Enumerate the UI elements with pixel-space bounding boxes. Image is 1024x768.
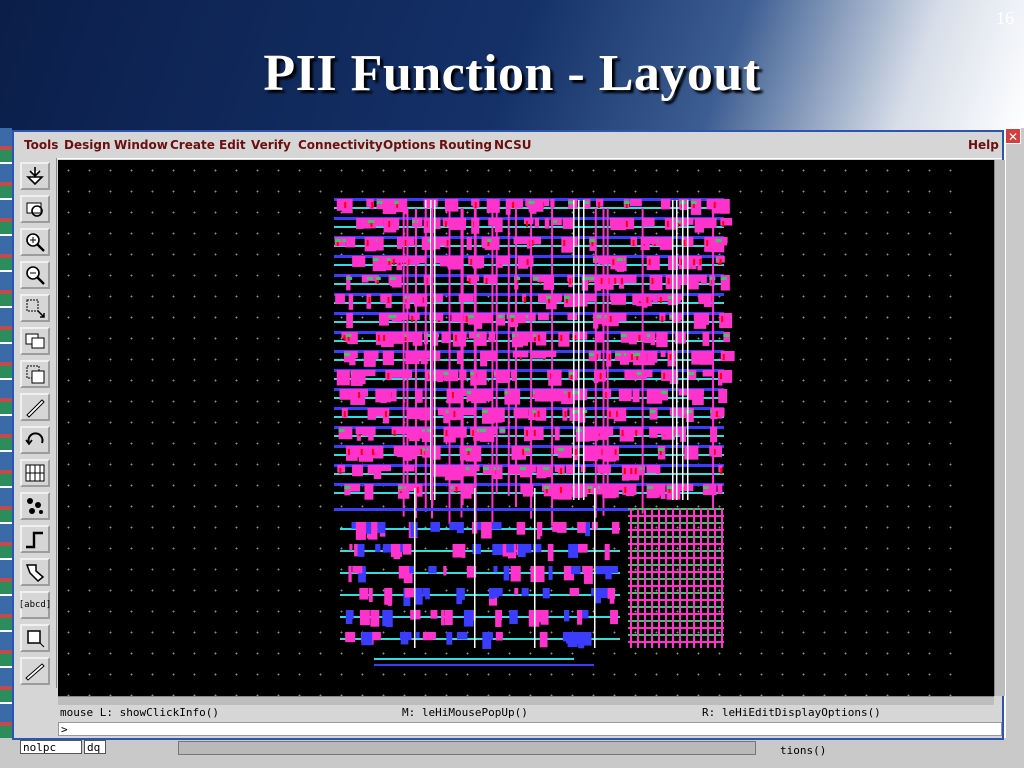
command-input[interactable]: >: [58, 722, 1002, 736]
label-icon[interactable]: [abcd]: [19, 591, 51, 619]
layout-drawing: [334, 198, 735, 666]
layout-canvas[interactable]: [58, 160, 954, 696]
background-text: tions(): [780, 744, 827, 757]
menu-window[interactable]: Window: [114, 138, 168, 152]
background-field[interactable]: dq: [84, 740, 106, 754]
copy-icon[interactable]: [20, 327, 50, 355]
menu-edit[interactable]: Edit: [219, 138, 246, 152]
rectangle-icon[interactable]: [20, 624, 50, 652]
slide-title: PII Function - Layout: [263, 45, 761, 102]
redraw-icon[interactable]: [20, 195, 50, 223]
mouse-right-binding: R: leHiEditDisplayOptions(): [702, 706, 881, 719]
background-window-strip: [0, 128, 12, 748]
background-field[interactable]: nolpc: [20, 740, 82, 754]
property-icon[interactable]: [20, 459, 50, 487]
polygon-icon[interactable]: [20, 558, 50, 586]
instance-icon[interactable]: [20, 492, 50, 520]
close-icon[interactable]: ✕: [1005, 128, 1021, 144]
horizontal-scrollbar[interactable]: [58, 696, 994, 705]
menu-ncsu[interactable]: NCSU: [494, 138, 531, 152]
fit-view-icon[interactable]: [20, 162, 50, 190]
slide-number: 16: [996, 8, 1014, 28]
vertical-scrollbar[interactable]: [994, 160, 1005, 696]
undo-icon[interactable]: [20, 426, 50, 454]
delete-icon[interactable]: [20, 393, 50, 421]
menu-create[interactable]: Create: [170, 138, 215, 152]
menu-connectivity[interactable]: Connectivity: [298, 138, 383, 152]
zoom-out-icon[interactable]: [20, 261, 50, 289]
canvas-edge: [954, 160, 994, 696]
menu-design[interactable]: Design: [64, 138, 111, 152]
background-scrollbar[interactable]: [178, 741, 756, 755]
mouse-left-binding: mouse L: showClickInfo(): [60, 706, 219, 719]
stretch-icon[interactable]: [20, 294, 50, 322]
menu-routing[interactable]: Routing: [439, 138, 492, 152]
mouse-binding-status: mouse L: showClickInfo() M: leHiMousePop…: [58, 705, 1002, 721]
path-icon[interactable]: [20, 525, 50, 553]
menu-bar: Tools Design Window Create Edit Verify C…: [14, 132, 1002, 159]
mouse-middle-binding: M: leHiMousePopUp(): [402, 706, 528, 719]
menu-tools[interactable]: Tools: [24, 138, 58, 152]
layout-editor-window: Tools Design Window Create Edit Verify C…: [12, 130, 1005, 740]
zoom-in-icon[interactable]: [20, 228, 50, 256]
move-icon[interactable]: [20, 360, 50, 388]
menu-options[interactable]: Options: [383, 138, 436, 152]
tool-palette: [abcd]: [14, 158, 57, 688]
menu-verify[interactable]: Verify: [251, 138, 291, 152]
background-window-right-edge: [1006, 128, 1024, 738]
ruler-icon[interactable]: [20, 657, 50, 685]
menu-help[interactable]: Help: [968, 138, 999, 152]
